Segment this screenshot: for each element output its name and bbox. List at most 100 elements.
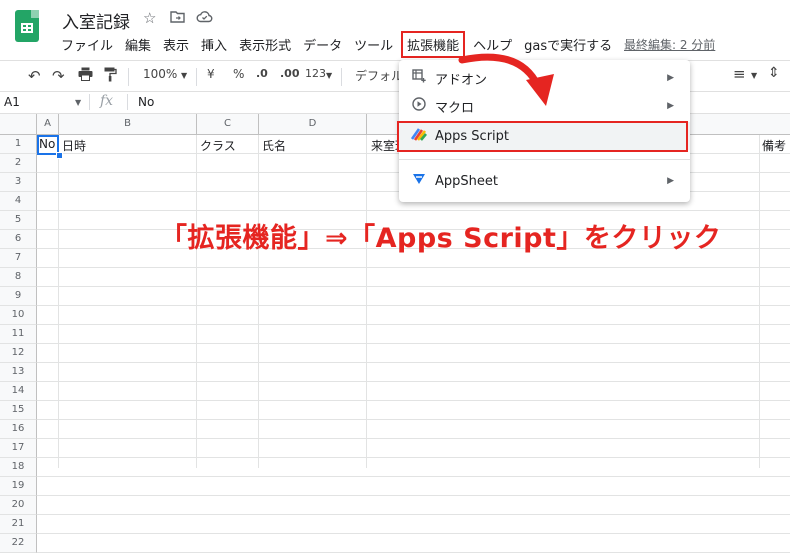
row-header[interactable]: 13 [0, 363, 37, 382]
row-divider [37, 514, 790, 515]
row-header[interactable]: 15 [0, 401, 37, 420]
redo-icon[interactable]: ↷ [52, 67, 65, 85]
name-box[interactable]: A1 [4, 95, 20, 109]
cell-c1[interactable]: クラス [200, 137, 236, 154]
row-divider [37, 343, 790, 344]
column-divider [759, 135, 760, 468]
align-left-icon[interactable]: ≡ [733, 65, 746, 83]
decrease-decimal-button[interactable]: .0 [256, 67, 268, 80]
menu-edit[interactable]: 編集 [119, 35, 157, 54]
cloud-saved-icon [196, 9, 213, 27]
row-divider [37, 324, 790, 325]
dropdown-item-label: AppSheet [435, 173, 498, 189]
percent-format-button[interactable]: % [233, 67, 244, 81]
row-divider [37, 362, 790, 363]
apps-script-highlight [397, 121, 688, 152]
formula-input[interactable]: No [138, 95, 154, 109]
menu-insert[interactable]: 挿入 [195, 35, 233, 54]
row-header[interactable]: 2 [0, 154, 37, 173]
instruction-text: 「拡張機能」⇒「Apps Script」をクリック [160, 223, 722, 254]
row-divider [37, 210, 790, 211]
move-folder-icon[interactable] [170, 9, 185, 27]
submenu-arrow-icon: ▶ [667, 101, 674, 111]
row-divider [37, 286, 790, 287]
menu-format[interactable]: 表示形式 [233, 35, 297, 54]
row-header[interactable]: 10 [0, 306, 37, 325]
annotation-arrow-icon [458, 53, 554, 106]
row-divider [37, 533, 790, 534]
row-header[interactable]: 19 [0, 477, 37, 496]
undo-icon[interactable]: ↶ [28, 67, 41, 85]
menu-tools[interactable]: ツール [348, 35, 399, 54]
row-header[interactable]: 14 [0, 382, 37, 401]
submenu-arrow-icon: ▶ [667, 176, 674, 186]
appsheet-icon [411, 173, 427, 189]
cell-a1[interactable]: No [39, 137, 55, 151]
menu-view[interactable]: 表示 [157, 35, 195, 54]
row-header[interactable]: 20 [0, 496, 37, 515]
currency-format-button[interactable]: ¥ [207, 67, 215, 81]
last-edit-link[interactable]: 最終編集: 2 分前 [624, 36, 715, 53]
row-divider [37, 495, 790, 496]
row-divider [37, 457, 790, 458]
more-formats-button[interactable]: 123 [305, 67, 326, 80]
dropdown-item-appsheet[interactable]: AppSheet ▶ [399, 167, 690, 195]
add-on-icon [411, 69, 427, 87]
row-divider [37, 267, 790, 268]
row-divider [37, 305, 790, 306]
row-header[interactable]: 4 [0, 192, 37, 211]
chevron-down-icon: ▼ [181, 71, 188, 80]
document-title[interactable]: 入室記録 [62, 8, 130, 33]
cell-b1[interactable]: 日時 [62, 137, 86, 154]
macro-play-icon [411, 97, 427, 115]
cell-d1[interactable]: 氏名 [262, 137, 286, 154]
menu-data[interactable]: データ [297, 35, 348, 54]
column-divider [58, 135, 59, 468]
chevron-down-icon: ▼ [326, 71, 333, 80]
column-header-d[interactable]: D [259, 114, 367, 135]
row-header[interactable]: 5 [0, 211, 37, 230]
toolbar-divider [196, 68, 197, 86]
column-divider [196, 135, 197, 468]
row-divider [37, 381, 790, 382]
row-header[interactable]: 1 [0, 135, 37, 154]
vertical-align-icon[interactable]: ⇕ [768, 65, 780, 81]
star-icon[interactable]: ☆ [143, 9, 156, 27]
row-header[interactable]: 17 [0, 439, 37, 458]
column-divider [258, 135, 259, 468]
row-header[interactable]: 12 [0, 344, 37, 363]
row-header[interactable]: 9 [0, 287, 37, 306]
row-divider [37, 438, 790, 439]
sheets-logo-icon[interactable] [15, 10, 39, 42]
formula-divider [89, 94, 90, 110]
row-divider [37, 476, 790, 477]
row-header[interactable]: 16 [0, 420, 37, 439]
select-all-corner[interactable] [0, 114, 37, 135]
column-header-c[interactable]: C [197, 114, 259, 135]
row-header[interactable]: 11 [0, 325, 37, 344]
row-header[interactable]: 8 [0, 268, 37, 287]
submenu-arrow-icon: ▶ [667, 73, 674, 83]
toolbar-divider [128, 68, 129, 86]
column-header-b[interactable]: B [59, 114, 197, 135]
fx-icon: fx [100, 93, 114, 109]
dropdown-divider [399, 159, 690, 160]
row-header[interactable]: 21 [0, 515, 37, 534]
increase-decimal-button[interactable]: .00 [280, 67, 300, 80]
row-header[interactable]: 3 [0, 173, 37, 192]
cell-last1[interactable]: 備考 [762, 137, 786, 154]
zoom-select[interactable]: 100% [143, 67, 177, 81]
row-header[interactable]: 7 [0, 249, 37, 268]
column-divider [366, 135, 367, 468]
formula-divider [127, 94, 128, 110]
print-icon[interactable] [78, 67, 93, 85]
row-header[interactable]: 6 [0, 230, 37, 249]
row-divider [37, 419, 790, 420]
chevron-down-icon[interactable]: ▼ [75, 98, 81, 107]
menu-file[interactable]: ファイル [55, 35, 119, 54]
paint-format-icon[interactable] [104, 67, 117, 86]
toolbar-divider [341, 68, 342, 86]
chevron-down-icon: ▼ [751, 71, 758, 80]
row-header[interactable]: 22 [0, 534, 37, 553]
column-header-a[interactable]: A [37, 114, 59, 135]
